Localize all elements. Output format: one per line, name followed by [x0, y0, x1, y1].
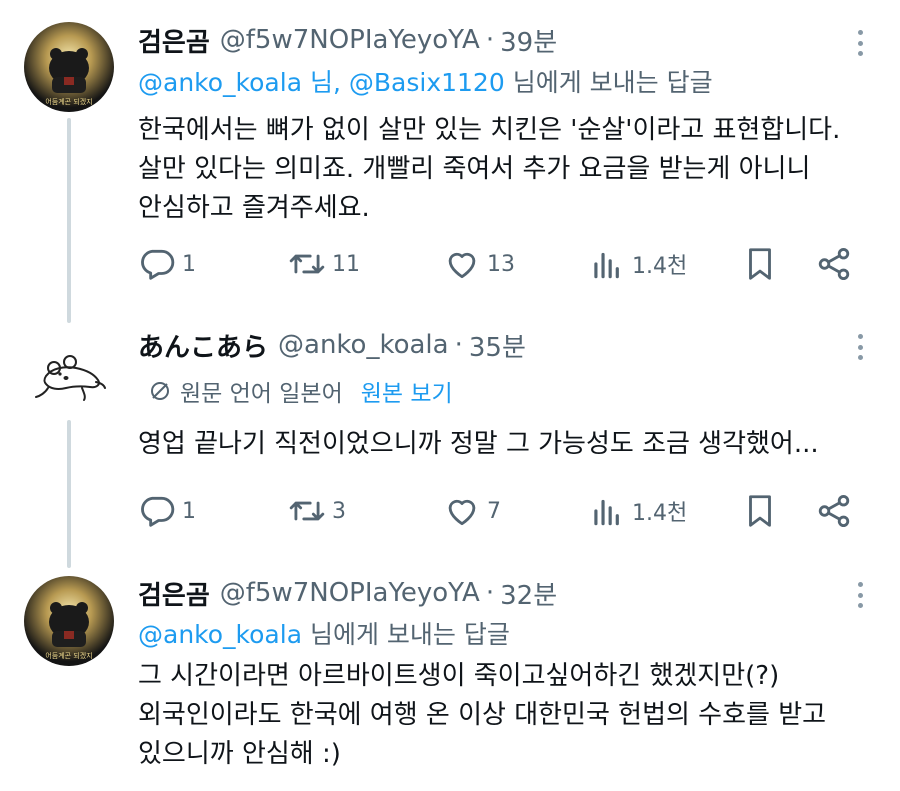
tweet[interactable]: 어둠계곤 되겠지 검은곰 @f5w7NOPIaYeyoYA · 32분 @ank… — [0, 570, 900, 791]
views-button[interactable]: 1.4천 — [588, 488, 687, 534]
tweet-text-line: 영업 끝나기 직전이었으니까 정말 그 가능성도 조금 생각했어... — [138, 429, 819, 459]
more-icon[interactable] — [850, 28, 870, 58]
action-bar: 1 3 7 1.4천 — [138, 488, 858, 534]
display-name[interactable]: 검은곰 — [138, 22, 210, 59]
reply-button[interactable]: 1 — [138, 241, 196, 287]
bookmark-button[interactable] — [741, 241, 779, 287]
tweet-text-line: 살만 있다는 의미죠. 개빨리 죽여서 추가 요금을 받는게 아니니 — [138, 154, 811, 184]
reply-context-label: 님에게 보내는 답글 — [309, 620, 510, 649]
share-button[interactable] — [815, 241, 853, 287]
avatar-caption: 어둠계곤 되겠지 — [45, 651, 92, 660]
tweet-text-line: 그 시간이라면 아르바이트생이 죽이고싶어하긴 했겠지만(?) — [138, 661, 780, 691]
tweet-text-line: 외국인이라도 한국에 여행 온 이상 대한민국 헌법의 수호를 받고 — [138, 700, 827, 730]
tweet-text-line: 한국에서는 뼈가 없이 살만 있는 치킨은 '순살'이라고 표현합니다. — [138, 115, 841, 145]
share-icon — [818, 248, 850, 280]
reply-button[interactable]: 1 — [138, 488, 196, 534]
like-count: 13 — [487, 251, 515, 277]
avatar[interactable]: 어둠계곤 되겠지 — [24, 22, 114, 112]
avatar[interactable] — [24, 330, 114, 420]
action-bar: 1 11 13 1.4천 — [138, 241, 858, 287]
bookmark-icon — [749, 248, 771, 280]
bear-avatar-image: 어둠계곤 되겠지 — [24, 576, 114, 666]
avatar[interactable]: 어둠계곤 되겠지 — [24, 576, 114, 666]
tweet-text-line: 있으니까 안심해 :) — [138, 739, 341, 769]
reply-icon — [141, 249, 175, 280]
more-icon[interactable] — [850, 332, 870, 362]
retweet-count: 11 — [332, 251, 360, 277]
tweet-header: 검은곰 @f5w7NOPIaYeyoYA · 32분 — [138, 573, 860, 613]
translation-label: 원문 언어 일본어 — [180, 381, 343, 407]
user-handle[interactable]: @anko_koala — [278, 330, 449, 360]
view-count: 1.4천 — [632, 254, 688, 279]
like-button[interactable]: 7 — [443, 488, 501, 534]
reply-count: 1 — [182, 251, 196, 277]
show-original-link[interactable]: 원본 보기 — [361, 374, 453, 408]
retweet-button[interactable]: 11 — [288, 241, 360, 287]
separator: · — [485, 578, 495, 608]
retweet-icon — [289, 254, 325, 274]
tweet-header: あんこあら @anko_koala · 35분 — [138, 325, 860, 365]
bookmark-icon — [749, 495, 771, 527]
share-button[interactable] — [815, 488, 853, 534]
reply-icon — [141, 496, 175, 527]
tweet-text: 영업 끝나기 직전이었으니까 정말 그 가능성도 조금 생각했어... — [138, 425, 860, 464]
share-icon — [818, 495, 850, 527]
display-name[interactable]: あんこあら — [138, 327, 268, 364]
views-icon — [594, 499, 619, 526]
reply-context: @anko_koala 님에게 보내는 답글 — [138, 615, 860, 655]
reply-context-label: 님에게 보내는 답글 — [512, 68, 713, 97]
koala-avatar-image — [24, 330, 114, 420]
more-icon[interactable] — [850, 580, 870, 610]
user-handle[interactable]: @f5w7NOPIaYeyoYA — [220, 578, 480, 608]
timestamp[interactable]: 39분 — [500, 22, 557, 59]
like-count: 7 — [487, 498, 501, 524]
mention-link[interactable]: @anko_koala — [138, 620, 302, 649]
mention-link[interactable]: @anko_koala 님, — [138, 68, 341, 97]
mention-link[interactable]: @Basix1120 — [349, 68, 505, 97]
translation-notice: 원문 언어 일본어 원본 보기 — [138, 369, 860, 413]
tweet[interactable]: あんこあら @anko_koala · 35분 원문 언어 일본어 원본 보기 … — [0, 320, 900, 570]
tweet-text-line: 안심하고 즐겨주세요. — [138, 193, 370, 223]
views-button[interactable]: 1.4천 — [588, 241, 687, 287]
reply-context: @anko_koala 님, @Basix1120 님에게 보내는 답글 — [138, 63, 860, 103]
tweet[interactable]: 어둠계곤 되겠지 검은곰 @f5w7NOPIaYeyoYA · 39분 @ank… — [0, 0, 900, 320]
views-icon — [594, 252, 619, 279]
timestamp[interactable]: 32분 — [500, 575, 557, 612]
retweet-button[interactable]: 3 — [288, 488, 346, 534]
display-name[interactable]: 검은곰 — [138, 575, 210, 612]
like-button[interactable]: 13 — [443, 241, 515, 287]
tweet-header: 검은곰 @f5w7NOPIaYeyoYA · 39분 — [138, 20, 860, 60]
retweet-count: 3 — [332, 498, 346, 524]
bookmark-button[interactable] — [741, 488, 779, 534]
separator: · — [485, 25, 495, 55]
reply-count: 1 — [182, 498, 196, 524]
bear-avatar-image: 어둠계곤 되겠지 — [24, 22, 114, 112]
tweet-text: 그 시간이라면 아르바이트생이 죽이고싶어하긴 했겠지만(?) 외국인이라도 한… — [138, 657, 860, 774]
retweet-icon — [289, 501, 325, 521]
user-handle[interactable]: @f5w7NOPIaYeyoYA — [220, 25, 480, 55]
timestamp[interactable]: 35분 — [469, 327, 526, 364]
avatar-caption: 어둠계곤 되겠지 — [45, 97, 92, 106]
heart-icon — [448, 252, 476, 279]
translate-icon — [151, 382, 169, 400]
separator: · — [454, 330, 463, 360]
view-count: 1.4천 — [632, 501, 688, 526]
heart-icon — [448, 499, 476, 526]
tweet-text: 한국에서는 뼈가 없이 살만 있는 치킨은 '순살'이라고 표현합니다. 살만 … — [138, 111, 860, 228]
